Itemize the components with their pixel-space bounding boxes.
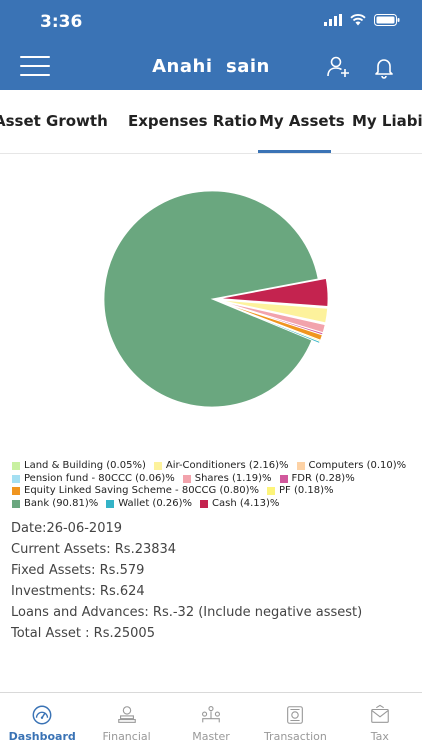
master-icon [202, 706, 220, 723]
legend-swatch [12, 474, 20, 483]
legend-label: PF (0.18)% [279, 485, 334, 496]
summary-investments: Investments: Rs.624 [11, 584, 145, 599]
nav-label: Financial [102, 730, 151, 743]
legend-label: Wallet (0.26)% [118, 497, 192, 509]
status-time: 3:36 [40, 12, 83, 32]
add-user-icon[interactable] [326, 55, 350, 79]
assets-pie-chart [0, 160, 422, 450]
legend-swatch [296, 462, 305, 470]
legend-swatch [267, 487, 276, 495]
legend-label: FDR (0.28)% [291, 472, 355, 484]
legend-swatch [12, 462, 20, 470]
legend-item[interactable]: Equity Linked Saving Scheme - 80CCG (0.8… [12, 485, 259, 497]
legend-swatch [182, 474, 191, 483]
legend-swatch [279, 474, 288, 483]
nav-financial[interactable]: Financial [84, 693, 168, 750]
nav-tax[interactable]: Tax [338, 693, 422, 750]
legend-label: Equity Linked Saving Scheme - 80CCG (0.8… [24, 485, 260, 496]
legend-item[interactable]: FDR (0.28)% [279, 472, 355, 485]
nav-label: Transaction [263, 730, 327, 743]
nav-dashboard[interactable]: Dashboard [0, 693, 84, 750]
tab-my-assets[interactable]: My Assets [259, 112, 345, 130]
legend-item[interactable]: PF (0.18)% [267, 485, 334, 497]
legend-swatch [12, 487, 20, 495]
legend-swatch [106, 499, 115, 508]
legend-swatch [153, 462, 162, 470]
summary-total: Total Asset : Rs.25005 [11, 626, 155, 641]
legend-swatch [200, 499, 208, 508]
legend-item[interactable]: Cash (4.13)% [200, 498, 279, 510]
bell-icon[interactable] [372, 55, 396, 79]
nav-label: Tax [370, 730, 389, 743]
legend-label: Air-Conditioners (2.16)% [165, 460, 289, 471]
status-icons [324, 14, 400, 26]
legend-label: Cash (4.13)% [212, 497, 280, 509]
summary-fixed-assets: Fixed Assets: Rs.579 [11, 563, 145, 578]
legend-label: Bank (90.81)% [24, 497, 99, 509]
legend-label: Computers (0.10)% [308, 460, 407, 471]
bottom-nav: Dashboard Financial Master Transaction T… [0, 692, 422, 750]
signal-icon [324, 14, 342, 26]
tab-active-indicator [258, 150, 331, 153]
legend-label: Pension fund - 80CCC (0.06)% [24, 472, 175, 484]
dashboard-icon [32, 705, 52, 725]
tab-asset-growth[interactable]: Asset Growth [0, 112, 108, 130]
transaction-icon [287, 706, 304, 724]
legend-label: Land & Building (0.05%) [24, 460, 146, 471]
wifi-icon [350, 14, 366, 26]
summary-current-assets: Current Assets: Rs.23834 [11, 542, 177, 557]
legend-item[interactable]: Bank (90.81)% [12, 498, 98, 510]
nav-label: Dashboard [8, 730, 76, 743]
legend-item[interactable]: Land & Building (0.05%) [12, 460, 146, 472]
page-title: Anahi sain [152, 56, 270, 77]
legend-item[interactable]: Wallet (0.26)% [106, 498, 192, 510]
financial-icon [117, 706, 136, 723]
pie-chart-svg [103, 190, 329, 408]
legend-swatch [12, 499, 20, 508]
status-bar: 3:36 [0, 0, 422, 44]
chart-legend: Land & Building (0.05%) Air-Conditioners … [12, 460, 412, 510]
legend-item[interactable]: Computers (0.10)% [296, 460, 407, 472]
legend-row: Pension fund - 80CCC (0.06)% Shares (1.19… [12, 473, 412, 485]
tab-my-liabilities[interactable]: My Liabilities [352, 112, 422, 130]
nav-master[interactable]: Master [169, 693, 253, 750]
legend-label: Shares (1.19)% [194, 472, 272, 484]
nav-label: Master [192, 730, 230, 743]
battery-icon [374, 14, 400, 26]
tab-bar: Asset Growth Expenses Ratio My Assets My… [0, 90, 422, 154]
summary-loans: Loans and Advances: Rs.-32 (Include nega… [11, 605, 363, 620]
legend-row: Land & Building (0.05%) Air-Conditioners … [12, 460, 412, 472]
tax-icon [371, 704, 389, 723]
legend-item[interactable]: Air-Conditioners (2.16)% [153, 460, 289, 472]
nav-transaction[interactable]: Transaction [253, 693, 337, 750]
legend-row: Equity Linked Saving Scheme - 80CCG (0.8… [12, 485, 412, 497]
legend-item[interactable]: Pension fund - 80CCC (0.06)% [12, 473, 175, 485]
asset-summary: Date:26-06-2019 Current Assets: Rs.23834… [11, 518, 362, 644]
legend-item[interactable]: Shares (1.19)% [182, 472, 272, 485]
app-header: Anahi sain [0, 44, 422, 90]
tab-expenses-ratio[interactable]: Expenses Ratio [128, 112, 257, 130]
summary-date: Date:26-06-2019 [11, 521, 123, 536]
legend-row: Bank (90.81)% Wallet (0.26)% Cash (4.13)% [12, 498, 412, 510]
